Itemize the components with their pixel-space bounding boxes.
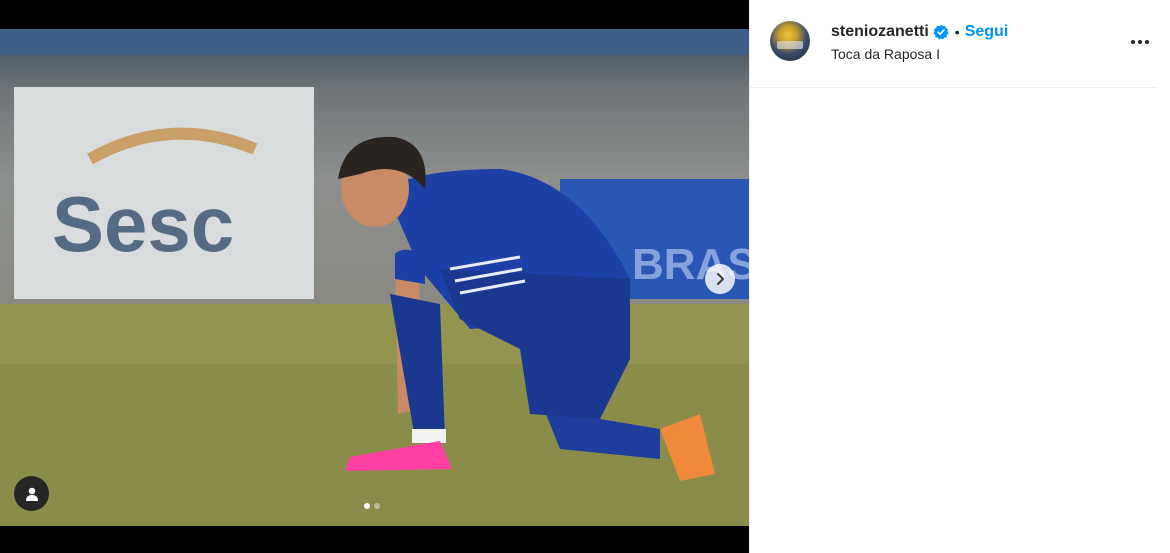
- post-photo-illustration: Sesc BRAS: [0, 29, 749, 526]
- more-options-icon: [1131, 40, 1135, 44]
- tagged-users-button[interactable]: [14, 476, 49, 511]
- user-tag-icon: [25, 487, 38, 501]
- verified-badge-icon: [933, 24, 949, 40]
- sidebar-gutter: [1157, 0, 1170, 553]
- follow-button[interactable]: Segui: [965, 23, 1009, 41]
- post-media-pane: Sesc BRAS: [0, 0, 749, 553]
- next-slide-button[interactable]: [705, 264, 735, 294]
- location-link[interactable]: Toca da Raposa I: [831, 46, 940, 62]
- chevron-right-icon: [717, 273, 724, 285]
- sponsor-board-left-text: Sesc: [52, 180, 234, 268]
- stadium-stands: [0, 29, 749, 55]
- post-photo[interactable]: Sesc BRAS: [0, 29, 749, 526]
- carousel-dot-2: [374, 503, 380, 509]
- post-header-title: steniozanetti • Segui: [831, 22, 1008, 42]
- post-sidebar: steniozanetti • Segui Toca da Raposa I: [749, 0, 1158, 553]
- header-separator: •: [954, 24, 960, 40]
- avatar[interactable]: [770, 21, 810, 61]
- post-header: steniozanetti • Segui Toca da Raposa I: [750, 0, 1158, 88]
- username-link[interactable]: steniozanetti: [831, 23, 929, 41]
- more-options-button[interactable]: [1128, 32, 1152, 52]
- carousel-indicator: [364, 503, 380, 509]
- carousel-dot-1: [364, 503, 370, 509]
